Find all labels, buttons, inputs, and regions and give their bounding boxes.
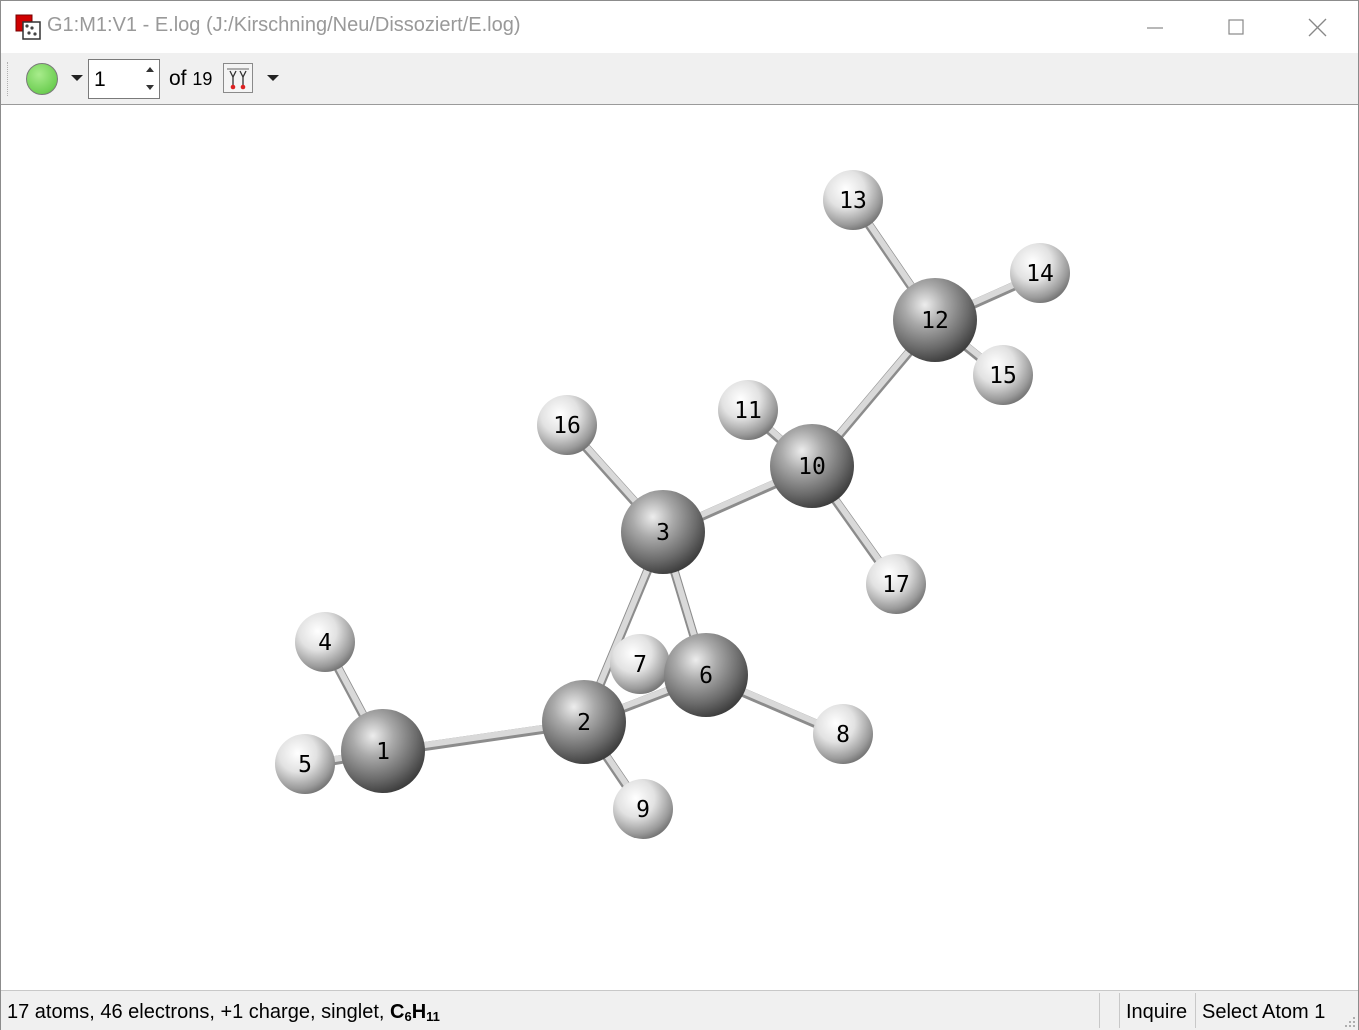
close-button[interactable] [1278, 1, 1358, 53]
atom-5[interactable]: 5 [275, 734, 335, 794]
molecule-viewer-window: G1:M1:V1 - E.log (J:/Kirschning/Neu/Diss… [0, 0, 1359, 1030]
atom-label: 11 [734, 398, 762, 424]
atom-17[interactable]: 17 [866, 554, 926, 614]
atom-label: 15 [989, 363, 1017, 389]
atom-14[interactable]: 14 [1010, 243, 1070, 303]
toolbar-grip[interactable] [7, 62, 12, 96]
atom-label: 12 [921, 308, 949, 334]
frame-down-arrow-icon[interactable] [142, 79, 159, 97]
atom-label: 4 [318, 630, 332, 656]
animate-dropdown-arrow-icon[interactable] [267, 75, 279, 81]
formula-h-count: 11 [426, 1009, 440, 1024]
atom-label: 2 [577, 710, 591, 736]
summary-text: 17 atoms, 46 electrons, +1 charge, singl… [7, 1001, 385, 1023]
atom-10[interactable]: 10 [770, 424, 854, 508]
toolbar: 1 of 19 [1, 53, 1358, 105]
resize-grip-icon[interactable] [1344, 1016, 1356, 1028]
molecular-formula: C6H11 [390, 1001, 440, 1024]
atom-7[interactable]: 7 [610, 634, 670, 694]
action-label: Select Atom 1 [1202, 1001, 1326, 1023]
atom-label: 14 [1026, 261, 1054, 287]
status-separator [1195, 993, 1196, 1028]
atom-12[interactable]: 12 [893, 278, 977, 362]
atom-label: 8 [836, 722, 850, 748]
atom-label: 1 [376, 739, 390, 765]
atom-label: 10 [798, 454, 826, 480]
status-separator [1119, 993, 1120, 1028]
formula-h: H [411, 1001, 427, 1023]
atom-3[interactable]: 3 [621, 490, 705, 574]
atom-label: 6 [699, 663, 713, 689]
maximize-button[interactable] [1197, 1, 1277, 53]
minimize-button[interactable] [1117, 1, 1197, 53]
frame-up-arrow-icon[interactable] [142, 61, 159, 79]
atom-label: 16 [553, 413, 581, 439]
atom-4[interactable]: 4 [295, 612, 355, 672]
maximize-icon [1228, 19, 1244, 35]
formula-c: C [390, 1001, 405, 1023]
molecule-viewport[interactable]: 13 14 15 12 11 16 17 10 3 4 7 5 1 2 6 8 9 [3, 105, 1357, 989]
frame-number-spinbox[interactable]: 1 [88, 59, 160, 99]
atom-9[interactable]: 9 [613, 779, 673, 839]
status-separator [1099, 993, 1100, 1028]
frame-total: 19 [192, 69, 213, 89]
app-icon [15, 14, 41, 40]
atom-2[interactable]: 2 [542, 680, 626, 764]
frame-number-value[interactable]: 1 [94, 68, 106, 92]
atom-label: 5 [298, 752, 312, 778]
atom-label: 13 [839, 188, 867, 214]
title-bar[interactable]: G1:M1:V1 - E.log (J:/Kirschning/Neu/Diss… [1, 1, 1358, 53]
frame-total-label: of 19 [169, 67, 212, 91]
atom-8[interactable]: 8 [813, 704, 873, 764]
formula-c-count: 6 [404, 1009, 412, 1024]
molecule-view[interactable]: 13141512111617103475 12689 [3, 105, 1357, 989]
molecule-summary: 17 atoms, 46 electrons, +1 charge, singl… [7, 1001, 440, 1024]
atom-label: 7 [633, 652, 647, 678]
atom-label: 17 [882, 572, 910, 598]
close-icon [1308, 18, 1327, 37]
atom-13[interactable]: 13 [823, 170, 883, 230]
minimize-icon [1147, 27, 1163, 29]
atom-15[interactable]: 15 [973, 345, 1033, 405]
atom-label: 3 [656, 520, 670, 546]
status-bar: 17 atoms, 46 electrons, +1 charge, singl… [1, 990, 1358, 1030]
window-title: G1:M1:V1 - E.log (J:/Kirschning/Neu/Diss… [47, 14, 521, 36]
atom-16[interactable]: 16 [537, 395, 597, 455]
color-dropdown-arrow-icon[interactable] [71, 75, 83, 81]
animate-molecule-icon[interactable] [223, 63, 253, 93]
atom-label: 9 [636, 797, 650, 823]
mode-label: Inquire [1126, 1001, 1188, 1023]
status-color-button[interactable] [26, 63, 58, 95]
of-text: of [169, 67, 187, 90]
atom-11[interactable]: 11 [718, 380, 778, 440]
atom-1[interactable]: 1 [341, 709, 425, 793]
atom-6[interactable]: 6 [664, 633, 748, 717]
